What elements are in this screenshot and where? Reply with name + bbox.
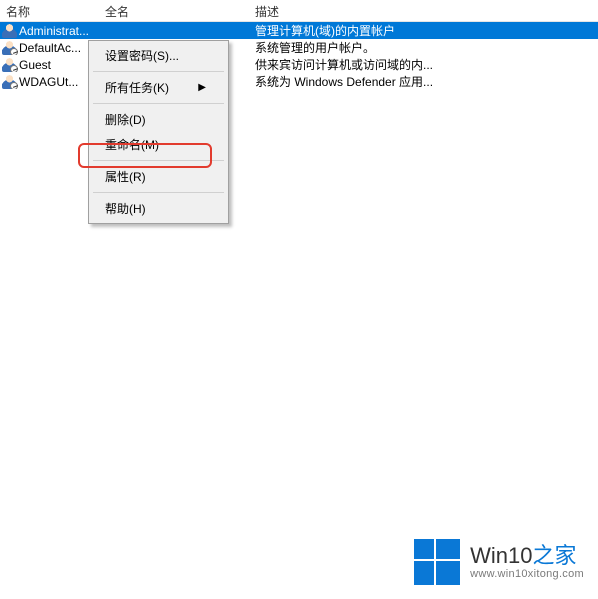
menu-label: 所有任务(K) xyxy=(105,79,169,96)
brand-main: Win10 xyxy=(470,543,532,568)
user-row[interactable]: Administrat... 管理计算机(域)的内置帐户 xyxy=(0,22,598,39)
user-description: 系统管理的用户帐户。 xyxy=(249,39,596,56)
menu-label: 设置密码(S)... xyxy=(105,47,179,64)
windows-logo-icon xyxy=(414,539,460,585)
menu-label: 属性(R) xyxy=(105,168,146,185)
col-header-fullname[interactable]: 全名 xyxy=(99,0,249,21)
user-name: DefaultAc... xyxy=(19,41,81,55)
menu-separator xyxy=(93,103,224,104)
context-menu: 设置密码(S)... 所有任务(K) ▶ 删除(D) 重命名(M) 属性(R) … xyxy=(88,40,229,224)
menu-properties[interactable]: 属性(R) xyxy=(91,164,226,189)
watermark: Win10之家 www.win10xitong.com xyxy=(414,539,584,585)
user-description: 系统为 Windows Defender 应用... xyxy=(249,73,596,90)
chevron-right-icon: ▶ xyxy=(198,82,206,93)
watermark-text: Win10之家 www.win10xitong.com xyxy=(470,544,584,580)
user-name: Guest xyxy=(19,58,51,72)
menu-label: 删除(D) xyxy=(105,111,146,128)
menu-separator xyxy=(93,160,224,161)
menu-set-password[interactable]: 设置密码(S)... xyxy=(91,43,226,68)
brand-accent: 之家 xyxy=(532,543,576,568)
col-header-description[interactable]: 描述 xyxy=(249,0,596,21)
menu-label: 重命名(M) xyxy=(105,136,159,153)
menu-rename[interactable]: 重命名(M) xyxy=(91,132,226,157)
menu-help[interactable]: 帮助(H) xyxy=(91,196,226,221)
user-description: 供来宾访问计算机或访问域的内... xyxy=(249,56,596,73)
menu-separator xyxy=(93,192,224,193)
user-icon xyxy=(2,23,17,38)
list-header: 名称 全名 描述 xyxy=(0,0,598,22)
menu-separator xyxy=(93,71,224,72)
col-header-name[interactable]: 名称 xyxy=(0,0,99,21)
menu-label: 帮助(H) xyxy=(105,200,146,217)
user-description: 管理计算机(域)的内置帐户 xyxy=(249,22,596,39)
user-icon xyxy=(2,40,17,55)
menu-all-tasks[interactable]: 所有任务(K) ▶ xyxy=(91,75,226,100)
user-icon xyxy=(2,57,17,72)
user-icon xyxy=(2,74,17,89)
menu-delete[interactable]: 删除(D) xyxy=(91,107,226,132)
brand-url: www.win10xitong.com xyxy=(470,568,584,580)
user-name: Administrat... xyxy=(19,24,89,38)
user-name: WDAGUt... xyxy=(19,75,78,89)
